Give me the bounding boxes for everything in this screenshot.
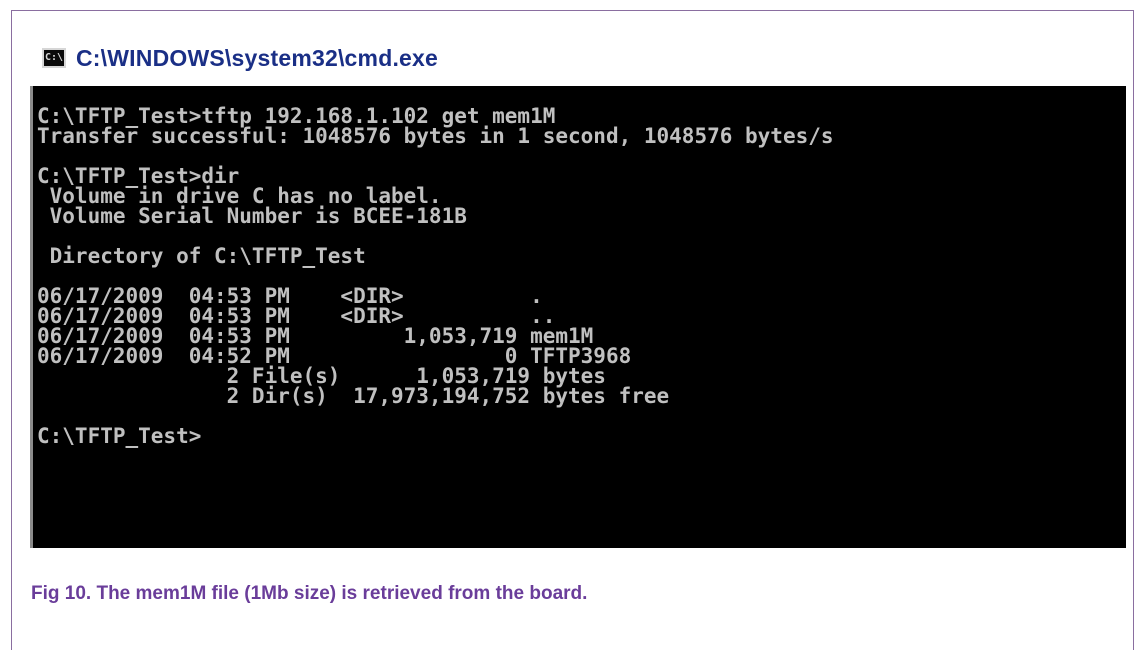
console-line: 06/17/2009 04:53 PM 1,053,719 mem1M (37, 324, 594, 348)
console-line: C:\TFTP_Test>tftp 192.168.1.102 get mem1… (37, 104, 556, 128)
console-line: 2 File(s) 1,053,719 bytes (37, 364, 606, 388)
console-line: Transfer successful: 1048576 bytes in 1 … (37, 124, 834, 148)
console-line: 06/17/2009 04:53 PM <DIR> .. (37, 304, 556, 328)
console-output[interactable]: C:\TFTP_Test>tftp 192.168.1.102 get mem1… (30, 86, 1126, 548)
console-prompt[interactable]: C:\TFTP_Test> (37, 426, 1126, 447)
console-line: Volume in drive C has no label. (37, 184, 442, 208)
window-title: C:\WINDOWS\system32\cmd.exe (76, 44, 439, 71)
console-line: 06/17/2009 04:52 PM 0 TFTP3968 (37, 344, 632, 368)
console-line: Directory of C:\TFTP_Test (37, 244, 366, 268)
console-line: Volume Serial Number is BCEE-181B (37, 204, 467, 228)
console-line: 06/17/2009 04:53 PM <DIR> . (37, 284, 543, 308)
console-line: C:\TFTP_Test>dir (37, 164, 240, 188)
window-titlebar[interactable]: C:\ C:\WINDOWS\system32\cmd.exe (30, 30, 1126, 86)
figure-caption: Fig 10. The mem1M file (1Mb size) is ret… (31, 583, 588, 604)
cmd-icon: C:\ (42, 48, 66, 68)
cmd-window[interactable]: C:\ C:\WINDOWS\system32\cmd.exe C:\TFTP_… (30, 30, 1126, 548)
console-line: 2 Dir(s) 17,973,194,752 bytes free (37, 384, 670, 408)
